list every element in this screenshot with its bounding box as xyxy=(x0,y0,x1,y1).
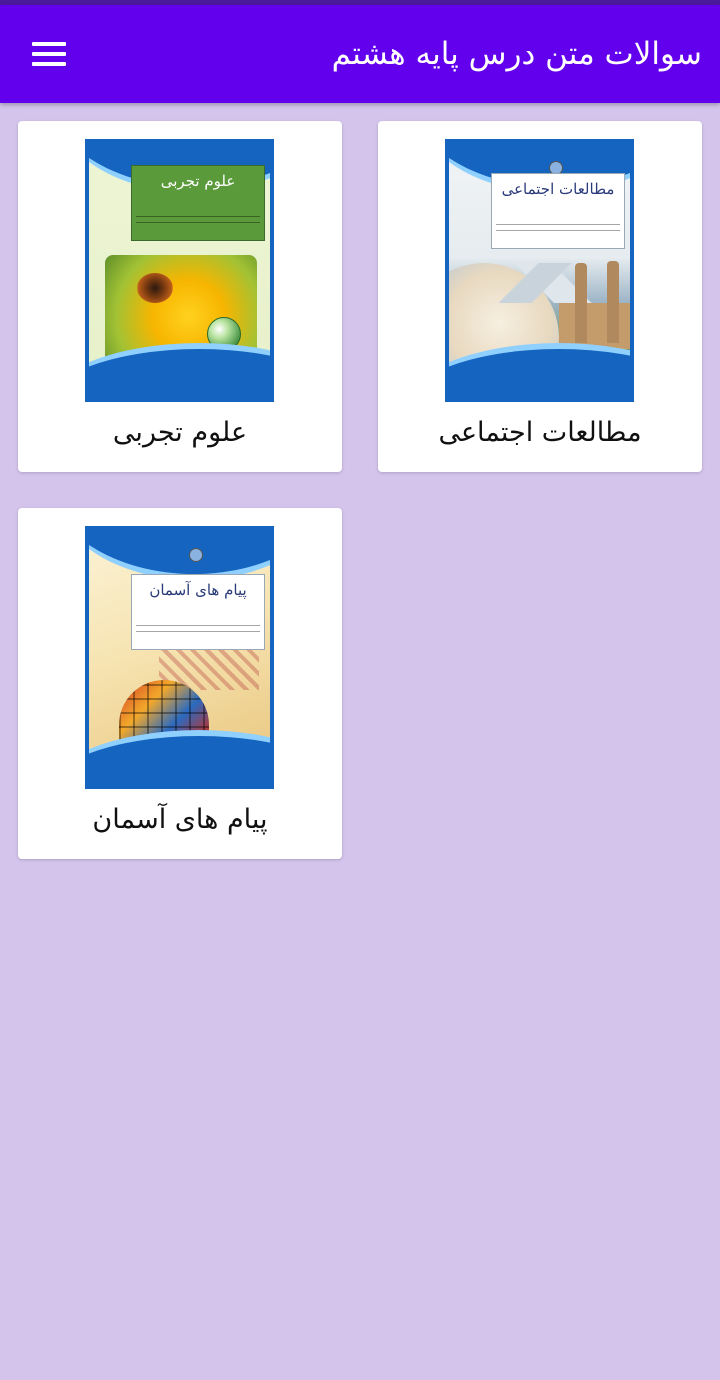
cover-title: علوم تجربی xyxy=(131,165,265,241)
butterfly-icon xyxy=(137,273,173,303)
menu-button[interactable] xyxy=(24,31,74,77)
book-card-science[interactable]: علوم تجربی علوم تجربی xyxy=(18,121,342,472)
book-card-social-studies[interactable]: مطالعات اجتماعی مطالعات اجتماعی xyxy=(378,121,702,472)
book-cover-image: پیام های آسمان xyxy=(85,526,274,789)
cover-title: پیام های آسمان xyxy=(131,574,265,650)
book-cover-image: علوم تجربی xyxy=(85,139,274,402)
page-title: سوالات متن درس پایه هشتم xyxy=(331,36,702,72)
hamburger-menu-icon xyxy=(32,42,66,66)
book-title: مطالعات اجتماعی xyxy=(438,417,642,448)
book-title: پیام های آسمان xyxy=(92,804,268,835)
book-title: علوم تجربی xyxy=(112,417,248,448)
cover-title: مطالعات اجتماعی xyxy=(491,173,625,249)
publisher-emblem-icon xyxy=(189,548,203,562)
book-card-religion[interactable]: پیام های آسمان پیام های آسمان xyxy=(18,508,342,859)
app-bar: سوالات متن درس پایه هشتم xyxy=(0,5,720,103)
book-cover-image: مطالعات اجتماعی xyxy=(445,139,634,402)
